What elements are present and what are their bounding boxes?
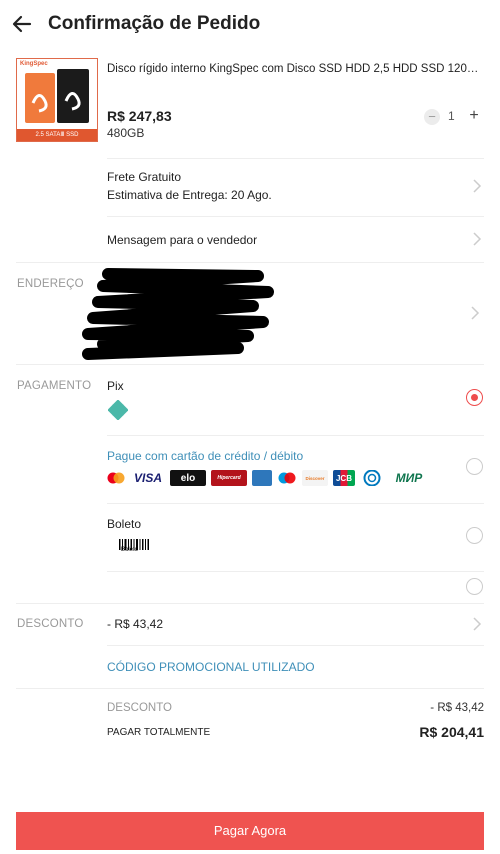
address-section-label: ENDEREÇO [17, 278, 84, 290]
chevron-right-icon [471, 306, 480, 320]
divider [107, 435, 484, 436]
quantity-increase-button[interactable]: + [466, 107, 482, 125]
payment-radio-pix[interactable] [466, 389, 483, 406]
payment-radio-card[interactable] [466, 458, 483, 475]
hipercard-icon: Hipercard [211, 470, 247, 486]
redaction-scribble [82, 268, 274, 360]
chevron-right-icon [473, 617, 482, 631]
shipping-estimate: Estimativa de Entrega: 20 Ago. [107, 188, 272, 202]
discover-icon: Discover [302, 470, 328, 486]
seller-message-label: Mensagem para o vendedor [107, 233, 258, 247]
payment-radio-boleto[interactable] [466, 527, 483, 544]
discount-row[interactable]: - R$ 43,42 [100, 605, 484, 645]
promo-code-used-link[interactable]: CÓDIGO PROMOCIONAL UTILIZADO [107, 660, 315, 674]
quantity-decrease-button[interactable]: − [424, 109, 440, 125]
summary-discount-label: DESCONTO [107, 702, 172, 714]
payment-option-label: Boleto [107, 517, 142, 531]
thumb-caption: 2.5 SATAⅢ SSD [17, 129, 97, 141]
summary-discount-value: - R$ 43,42 [430, 702, 484, 714]
divider [16, 364, 484, 365]
ssd-black-image [57, 69, 89, 123]
divider [107, 503, 484, 504]
boleto-barcode-icon: Boleto [118, 537, 150, 555]
product-variant: 480GB [107, 126, 145, 140]
product-thumbnail[interactable]: KingSpec 2.5 SATAⅢ SSD [16, 58, 98, 142]
divider [16, 688, 484, 689]
ssd-orange-image [25, 73, 55, 123]
quantity-value: 1 [448, 109, 455, 123]
thumb-brand-logo: KingSpec [20, 61, 48, 67]
mir-icon: МИР [395, 471, 423, 485]
jcb-icon: JCB [333, 470, 355, 486]
product-name[interactable]: Disco rígido interno KingSpec com Disco … [107, 63, 487, 75]
chevron-right-icon [473, 179, 482, 193]
payment-option-label: Pague com cartão de crédito / débito [107, 449, 304, 463]
app-header: Confirmação de Pedido [0, 0, 500, 50]
boleto-icon-text: Boleto [121, 547, 139, 553]
summary-total-value: R$ 204,41 [419, 724, 484, 740]
discount-value: - R$ 43,42 [107, 617, 164, 631]
product-price: R$ 247,83 [107, 108, 172, 124]
divider [107, 571, 484, 572]
pix-icon [108, 400, 128, 420]
shipping-label: Frete Gratuito [107, 170, 182, 184]
discount-section-label: DESCONTO [17, 618, 84, 630]
maestro-icon [277, 470, 297, 486]
diners-icon [360, 470, 384, 486]
seller-message-row[interactable]: Mensagem para o vendedor [100, 218, 484, 260]
visa-icon: VISA [133, 471, 162, 485]
back-arrow-icon[interactable] [10, 12, 34, 36]
shipping-row[interactable]: Frete Gratuito Estimativa de Entrega: 20… [100, 160, 484, 214]
divider [16, 603, 484, 604]
divider [107, 645, 484, 646]
payment-option-label: Pix [107, 379, 124, 393]
divider [107, 158, 484, 159]
chevron-right-icon [473, 232, 482, 246]
elo-icon: elo [170, 470, 206, 486]
payment-radio-other[interactable] [466, 578, 483, 595]
summary-total-label: PAGAR TOTALMENTE [107, 727, 211, 738]
mastercard-icon [106, 470, 126, 486]
amex-icon [252, 470, 272, 486]
pay-now-button[interactable]: Pagar Agora [16, 812, 484, 850]
address-redacted[interactable] [78, 262, 484, 362]
payment-section-label: PAGAMENTO [17, 380, 92, 392]
page-title: Confirmação de Pedido [48, 13, 261, 34]
divider [107, 216, 484, 217]
